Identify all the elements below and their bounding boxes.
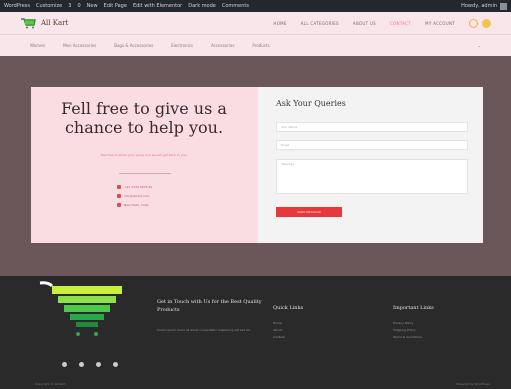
name-field[interactable]: Your Name [276, 122, 468, 132]
cart-logo-icon [39, 281, 122, 336]
site-header: All Kart HOME ALL CATEGORIES ABOUT US CO… [0, 12, 511, 34]
quick-links-title: Quick Links [273, 305, 304, 311]
contact-section: Fell free to give us a chance to help yo… [31, 87, 483, 243]
important-link-privacy[interactable]: Privacy Policy [393, 321, 413, 325]
youtube-icon[interactable] [113, 362, 118, 367]
facebook-icon[interactable] [62, 362, 67, 367]
admin-bar-item-new[interactable]: New [87, 3, 98, 9]
admin-bar-item-dark-mode[interactable]: Dark mode [188, 3, 216, 9]
quick-link-home[interactable]: Home [273, 321, 282, 325]
cart-logo-icon [21, 18, 36, 29]
site-logo[interactable]: All Kart [20, 17, 68, 29]
category-item-men-accessories[interactable]: Men Accessories [63, 43, 96, 48]
contact-info-panel: Fell free to give us a chance to help yo… [31, 87, 258, 243]
logo-text: All Kart [41, 19, 69, 27]
category-item-electronics[interactable]: Electronics [171, 43, 193, 48]
category-item-women[interactable]: Women [30, 43, 45, 48]
nav-my-account[interactable]: MY ACCOUNT [425, 21, 455, 26]
contact-phone-text: +91 1234 5678 90 [124, 185, 153, 189]
quick-link-contact[interactable]: Contact [273, 335, 285, 339]
footer-tagline: Get in Touch with Us for the Best Qualit… [157, 299, 262, 313]
important-link-shipping[interactable]: Shipping Policy [393, 328, 416, 332]
category-item-products[interactable]: Products [252, 43, 269, 48]
admin-bar-item-updates[interactable]: 3 [68, 3, 71, 9]
site-footer: Get in Touch with Us for the Best Qualit… [0, 276, 511, 389]
admin-bar-user[interactable]: Howdy, admin [461, 3, 497, 9]
message-field[interactable]: Message [276, 159, 468, 194]
contact-subline: Feel free to share your query and we wil… [100, 153, 188, 157]
search-icon[interactable] [469, 18, 478, 28]
credits: Powered by WordPress [456, 382, 490, 386]
contact-email[interactable]: info@allkart.com [117, 194, 149, 198]
contact-location-text: New Delhi, India [124, 203, 149, 207]
admin-bar: WordPress Customize 3 0 New Edit Page Ed… [0, 0, 511, 12]
contact-email-text: info@allkart.com [124, 194, 150, 198]
footer-description: Lorem ipsum dolor sit amet consectetur a… [157, 328, 251, 332]
contact-phone[interactable]: +91 1234 5678 90 [117, 185, 152, 189]
nav-contact[interactable]: CONTACT [390, 21, 411, 26]
quick-link-about[interactable]: About [273, 328, 282, 332]
nav-all-categories[interactable]: ALL CATEGORIES [301, 21, 339, 26]
category-item-accessories[interactable]: Accessories [211, 43, 234, 48]
nav-home[interactable]: HOME [273, 21, 286, 26]
query-form: Ask Your Queries Your Name Email Message… [258, 87, 483, 243]
submit-button[interactable]: SEND MESSAGE [276, 207, 342, 217]
important-links-title: Important Links [393, 305, 434, 311]
location-icon [117, 203, 121, 207]
admin-bar-item-customize[interactable]: Customize [36, 3, 62, 9]
divider [119, 173, 171, 174]
phone-icon [117, 185, 121, 189]
contact-headline: Fell free to give us a chance to help yo… [61, 99, 227, 137]
admin-bar-item-elementor[interactable]: Edit with Elementor [133, 3, 182, 9]
admin-bar-item-edit-page[interactable]: Edit Page [104, 3, 127, 9]
avatar[interactable] [500, 2, 507, 10]
nav-about-us[interactable]: ABOUT US [353, 21, 376, 26]
main-nav: HOME ALL CATEGORIES ABOUT US CONTACT MY … [273, 21, 455, 26]
category-bar: Women Men Accessories Bags & Accessories… [0, 34, 511, 56]
social-links [62, 362, 118, 367]
email-field[interactable]: Email [276, 140, 468, 150]
form-title: Ask Your Queries [276, 99, 346, 108]
twitter-icon[interactable] [79, 362, 84, 367]
chevron-down-icon[interactable]: ⌄ [478, 43, 481, 48]
admin-bar-item-comments[interactable]: Comments [222, 3, 249, 9]
copyright: Copyright © All Kart [35, 382, 66, 386]
admin-bar-item-wordpress[interactable]: WordPress [4, 3, 30, 9]
category-item-bags[interactable]: Bags & Accessories [114, 43, 153, 48]
contact-location: New Delhi, India [117, 203, 149, 207]
admin-bar-item-comments-count[interactable]: 0 [77, 3, 80, 9]
important-link-terms[interactable]: Terms & Conditions [393, 335, 422, 339]
mail-icon [117, 194, 121, 198]
instagram-icon[interactable] [96, 362, 101, 367]
cart-icon[interactable] [482, 18, 491, 28]
